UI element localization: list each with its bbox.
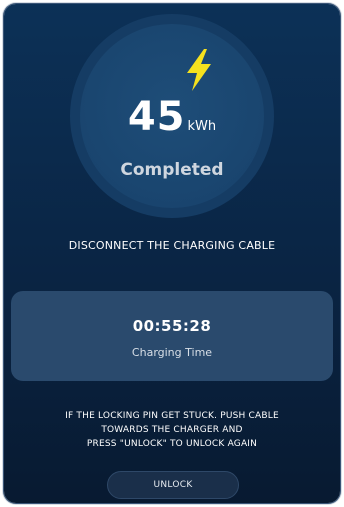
energy-readout: 45 kWh	[80, 94, 264, 140]
disconnect-instruction: DISCONNECT THE CHARGING CABLE	[68, 239, 276, 252]
charging-time-label: Charging Time	[131, 346, 213, 359]
note-line: TOWARDS THE CHARGER AND	[101, 425, 243, 435]
note-line: IF THE LOCKING PIN GET STUCK. PUSH CABLE	[65, 411, 279, 421]
unlock-button[interactable]: UNLOCK	[107, 471, 239, 499]
energy-ring-inner: 45 kWh Completed	[80, 24, 264, 208]
note-line: PRESS "UNLOCK" TO UNLOCK AGAIN	[86, 439, 258, 449]
session-status: Completed	[120, 160, 224, 180]
energy-ring: 45 kWh Completed	[70, 14, 274, 218]
energy-value: 45	[127, 94, 186, 140]
lightning-bolt-icon	[187, 49, 211, 91]
charging-time-card: 00:55:28 Charging Time	[11, 291, 333, 381]
stuck-pin-note: IF THE LOCKING PIN GET STUCK. PUSH CABLE…	[14, 409, 330, 451]
energy-unit: kWh	[187, 119, 217, 134]
charging-time-value: 00:55:28	[132, 317, 212, 335]
charger-screen: 45 kWh Completed DISCONNECT THE CHARGING …	[4, 4, 340, 503]
